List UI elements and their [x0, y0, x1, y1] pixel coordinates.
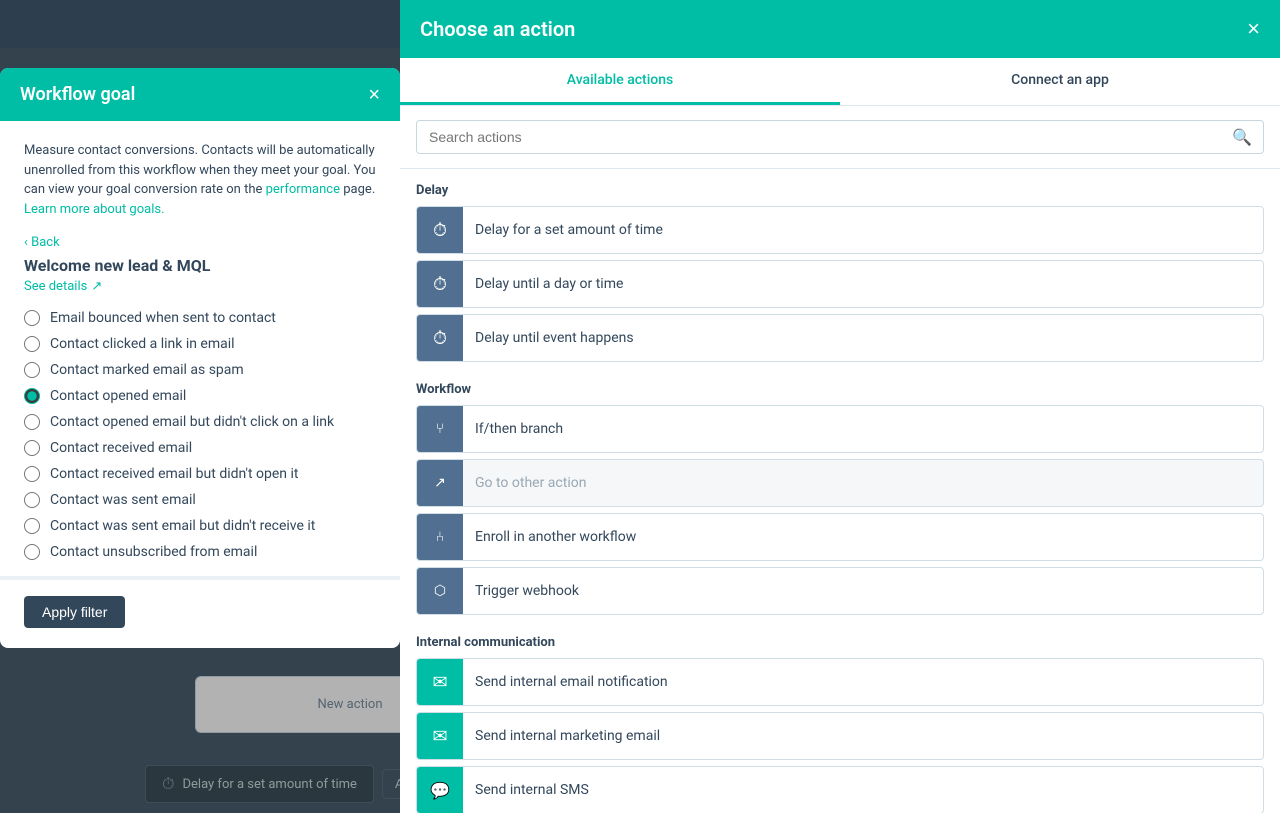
- action-label: Trigger webhook: [475, 583, 579, 599]
- action-label: Enroll in another workflow: [475, 529, 636, 545]
- radio-label: Contact opened email but didn't click on…: [50, 414, 334, 430]
- delay-icon: ⏱: [417, 261, 463, 307]
- apply-filter-button[interactable]: Apply filter: [24, 596, 125, 628]
- action-delay-until-event[interactable]: ⏱ Delay until event happens: [416, 314, 1264, 362]
- radio-label: Email bounced when sent to contact: [50, 310, 276, 326]
- back-button[interactable]: ‹ Back: [24, 235, 376, 250]
- radio-label: Contact opened email: [50, 388, 186, 404]
- action-send-internal-sms[interactable]: 💬 Send internal SMS: [416, 766, 1264, 813]
- modal-body: Measure contact conversions. Contacts wi…: [0, 121, 400, 648]
- radio-email-bounced[interactable]: [24, 310, 40, 326]
- enroll-icon: ⑃: [417, 514, 463, 560]
- branch-icon: ⑂: [417, 406, 463, 452]
- email-icon: ✉: [417, 713, 463, 759]
- action-label: If/then branch: [475, 421, 563, 437]
- action-send-internal-marketing[interactable]: ✉ Send internal marketing email: [416, 712, 1264, 760]
- list-item[interactable]: Contact received email: [24, 440, 376, 456]
- sms-icon: 💬: [417, 767, 463, 813]
- radio-label: Contact unsubscribed from email: [50, 544, 257, 560]
- actions-list: Delay ⏱ Delay for a set amount of time ⏱…: [400, 169, 1280, 813]
- modal-close-button[interactable]: ×: [368, 85, 380, 105]
- radio-label: Contact received email but didn't open i…: [50, 466, 299, 482]
- tab-available-actions[interactable]: Available actions: [400, 58, 840, 105]
- section-label-workflow: Workflow: [416, 368, 1264, 405]
- list-item[interactable]: Contact marked email as spam: [24, 362, 376, 378]
- email-icon: ✉: [417, 659, 463, 705]
- action-label: Delay until a day or time: [475, 276, 623, 292]
- radio-label: Contact clicked a link in email: [50, 336, 235, 352]
- radio-label: Contact was sent email: [50, 492, 196, 508]
- radio-option-list: Email bounced when sent to contact Conta…: [24, 310, 376, 560]
- action-label: Send internal marketing email: [475, 728, 660, 744]
- radio-unsubscribed[interactable]: [24, 544, 40, 560]
- radio-was-sent[interactable]: [24, 492, 40, 508]
- radio-received-email[interactable]: [24, 440, 40, 456]
- modal-overlay: Workflow goal × Measure contact conversi…: [0, 48, 400, 813]
- goto-icon: ↗: [417, 460, 463, 506]
- panel-tabs: Available actions Connect an app: [400, 58, 1280, 106]
- tab-connect-app[interactable]: Connect an app: [840, 58, 1280, 105]
- radio-sent-not-received[interactable]: [24, 518, 40, 534]
- webhook-icon: ⬡: [417, 568, 463, 614]
- divider: [0, 576, 400, 580]
- list-item[interactable]: Email bounced when sent to contact: [24, 310, 376, 326]
- delay-icon: ⏱: [417, 207, 463, 253]
- action-send-internal-email[interactable]: ✉ Send internal email notification: [416, 658, 1264, 706]
- action-label: Send internal SMS: [475, 782, 589, 798]
- list-item[interactable]: Contact was sent email but didn't receiv…: [24, 518, 376, 534]
- delay-icon: ⏱: [417, 315, 463, 361]
- modal-header: Workflow goal ×: [0, 68, 400, 121]
- action-label: Go to other action: [475, 475, 586, 491]
- radio-label: Contact was sent email but didn't receiv…: [50, 518, 315, 534]
- modal-description: Measure contact conversions. Contacts wi…: [24, 141, 376, 219]
- panel-header: Choose an action ×: [400, 0, 1280, 58]
- see-details-link[interactable]: See details ↗: [24, 279, 376, 294]
- list-item[interactable]: Contact was sent email: [24, 492, 376, 508]
- action-go-to-other: ↗ Go to other action: [416, 459, 1264, 507]
- action-delay-set-amount[interactable]: ⏱ Delay for a set amount of time: [416, 206, 1264, 254]
- modal-title: Workflow goal: [20, 84, 135, 105]
- action-label: Delay until event happens: [475, 330, 634, 346]
- workflow-goal-modal: Workflow goal × Measure contact conversi…: [0, 68, 400, 648]
- action-trigger-webhook[interactable]: ⬡ Trigger webhook: [416, 567, 1264, 615]
- list-item[interactable]: Contact opened email: [24, 388, 376, 404]
- section-label-delay: Delay: [416, 169, 1264, 206]
- goal-title: Welcome new lead & MQL: [24, 256, 376, 275]
- search-icon: 🔍: [1232, 128, 1252, 147]
- panel-close-button[interactable]: ×: [1247, 16, 1260, 42]
- performance-link[interactable]: performance: [266, 182, 340, 197]
- search-input[interactable]: [416, 120, 1264, 154]
- radio-received-not-opened[interactable]: [24, 466, 40, 482]
- action-label: Delay for a set amount of time: [475, 222, 663, 238]
- radio-clicked-link[interactable]: [24, 336, 40, 352]
- radio-opened-email[interactable]: [24, 388, 40, 404]
- list-item[interactable]: Contact opened email but didn't click on…: [24, 414, 376, 430]
- list-item[interactable]: Contact clicked a link in email: [24, 336, 376, 352]
- radio-label: Contact received email: [50, 440, 192, 456]
- radio-label: Contact marked email as spam: [50, 362, 244, 378]
- action-enroll-workflow[interactable]: ⑃ Enroll in another workflow: [416, 513, 1264, 561]
- action-label: Send internal email notification: [475, 674, 668, 690]
- action-ifthen-branch[interactable]: ⑂ If/then branch: [416, 405, 1264, 453]
- section-label-internal: Internal communication: [416, 621, 1264, 658]
- radio-marked-spam[interactable]: [24, 362, 40, 378]
- learn-more-link[interactable]: Learn more about goals.: [24, 202, 165, 217]
- external-link-icon: ↗: [91, 279, 102, 294]
- action-delay-until-day[interactable]: ⏱ Delay until a day or time: [416, 260, 1264, 308]
- radio-opened-not-clicked[interactable]: [24, 414, 40, 430]
- panel-title: Choose an action: [420, 17, 575, 41]
- right-panel: Choose an action × Available actions Con…: [400, 0, 1280, 813]
- list-item[interactable]: Contact unsubscribed from email: [24, 544, 376, 560]
- search-bar: 🔍: [400, 106, 1280, 169]
- list-item[interactable]: Contact received email but didn't open i…: [24, 466, 376, 482]
